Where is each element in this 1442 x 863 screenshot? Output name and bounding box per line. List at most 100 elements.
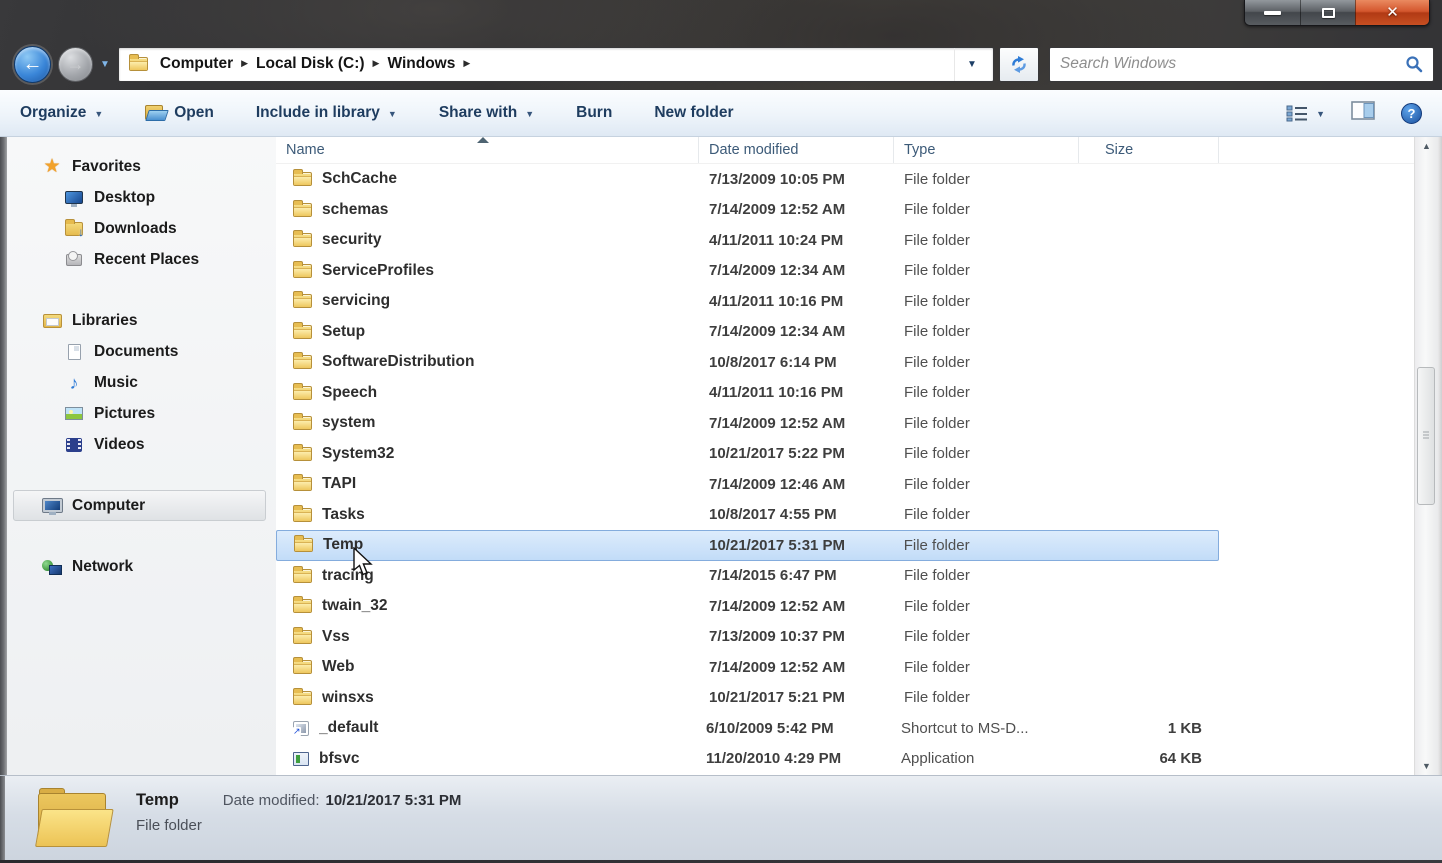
toolbar-button-new-folder[interactable]: New folder [654,104,733,122]
file-row-temp[interactable]: Temp 10/21/2017 5:31 PM File folder [276,530,1219,561]
file-date-modified: 10/21/2017 5:31 PM [709,536,846,554]
file-date-modified: 4/11/2011 10:16 PM [709,384,844,402]
sidebar-item-network[interactable]: Network [7,551,276,582]
file-row-twain-32[interactable]: twain_32 7/14/2009 12:52 AM File folder [276,591,1219,622]
column-header-size[interactable]: Size [1079,137,1219,163]
file-row-softwaredistribution[interactable]: SoftwareDistribution 10/8/2017 6:14 PM Fil… [276,347,1219,378]
titlebar[interactable]: ✕ [0,0,1442,38]
file-date-modified: 7/14/2015 6:47 PM [709,567,837,585]
file-row-default[interactable]: _default 6/10/2009 5:42 PM Shortcut to MS-… [276,713,1219,744]
search-input[interactable] [1059,55,1405,73]
file-row-speech[interactable]: Speech 4/11/2011 10:16 PM File folder [276,378,1219,409]
toolbar-button-organize[interactable]: Organize ▼ [20,104,103,122]
search-icon[interactable] [1405,55,1423,73]
history-dropdown[interactable]: ▼ [100,59,110,70]
command-bar: Organize ▼ Open Include in library ▼ Share wi… [0,90,1442,137]
file-row-vss[interactable]: Vss 7/13/2009 10:37 PM File folder [276,622,1219,653]
music-icon: ♪ [69,372,79,393]
file-name: bfsvc [319,749,360,767]
details-item-name: Temp [136,791,179,809]
help-button[interactable]: ? [1401,102,1422,124]
file-name: ServiceProfiles [322,261,435,279]
file-row-tracing[interactable]: tracing 7/14/2015 6:47 PM File folder [276,561,1219,592]
file-rows: SchCache 7/13/2009 10:05 PM File folder sch… [276,164,1414,774]
file-row-schemas[interactable]: schemas 7/14/2009 12:52 AM File folder [276,195,1219,226]
address-bar[interactable]: Computer ▶ Local Disk (C:) ▶ Windows ▶ ▼ [117,46,994,82]
sidebar-item-label: Pictures [94,404,156,422]
sidebar-item-libraries[interactable]: Libraries [7,305,276,336]
file-row-system[interactable]: system 7/14/2009 12:52 AM File folder [276,408,1219,439]
vertical-scrollbar[interactable]: ▲ ▼ [1414,137,1438,775]
column-header-type[interactable]: Type [894,137,1079,163]
column-header-date-modified[interactable]: Date modified [699,137,894,163]
file-row-bfsvc[interactable]: bfsvc 11/20/2010 4:29 PM Application 64 KB [276,744,1219,775]
file-type: File folder [904,445,970,463]
window-chrome: ✕ ← → ▼ Computer ▶ Local Disk (C:) ▶ Windows… [0,0,1442,90]
file-name: Temp [323,536,364,554]
forward-button[interactable]: → [58,46,93,82]
sidebar-item-desktop[interactable]: Desktop [7,182,276,213]
document-icon [63,343,85,360]
folder-icon [293,687,312,705]
folder-icon [293,596,312,614]
back-button[interactable]: ← [14,45,51,83]
file-row-winsxs[interactable]: winsxs 10/21/2017 5:21 PM File folder [276,683,1219,714]
file-type: File folder [904,506,970,524]
chevron-down-icon: ▼ [525,109,535,119]
file-row-serviceprofiles[interactable]: ServiceProfiles 7/14/2009 12:34 AM File fo… [276,256,1219,287]
help-icon: ? [1407,105,1416,121]
maximize-button[interactable] [1300,0,1355,25]
breadcrumb-separator-icon: ▶ [372,57,380,68]
file-name: schemas [322,200,389,218]
file-row-tapi[interactable]: TAPI 7/14/2009 12:46 AM File folder [276,469,1219,500]
views-dropdown-icon: ▼ [1316,109,1325,119]
file-type: File folder [904,353,970,371]
sidebar-item-favorites[interactable]: ★ Favorites [7,151,276,182]
change-view-button[interactable]: ▼ [1286,104,1325,122]
sidebar-item-pictures[interactable]: Pictures [7,398,276,429]
sidebar-item-label: Libraries [72,311,138,329]
file-type: Shortcut to MS-D... [901,719,1029,737]
refresh-button[interactable] [998,46,1039,82]
scrollbar-thumb[interactable] [1417,367,1435,505]
close-button[interactable]: ✕ [1355,0,1429,25]
folder-icon [293,199,312,217]
toolbar-button-share-with[interactable]: Share with ▼ [439,104,534,122]
file-name: twain_32 [322,597,388,615]
breadcrumb-segment-local-disk-c[interactable]: Local Disk (C:) [248,55,373,73]
preview-pane-button[interactable] [1351,101,1375,125]
file-row-tasks[interactable]: Tasks 10/8/2017 4:55 PM File folder [276,500,1219,531]
breadcrumb-segment-computer[interactable]: Computer [152,55,241,73]
sidebar-item-recent-places[interactable]: Recent Places [7,244,276,275]
toolbar-button-include-in-library[interactable]: Include in library ▼ [256,104,397,122]
breadcrumb-segment-windows[interactable]: Windows [379,55,463,73]
file-name: Setup [322,322,366,340]
back-icon: ← [22,52,43,75]
scroll-down-button[interactable]: ▼ [1415,757,1438,775]
navigation-bar: ← → ▼ Computer ▶ Local Disk (C:) ▶ Windows ▶ … [0,38,1442,90]
file-row-schcache[interactable]: SchCache 7/13/2009 10:05 PM File folder [276,164,1219,195]
sidebar-item-music[interactable]: ♪ Music [7,367,276,398]
file-name: System32 [322,444,395,462]
file-row-web[interactable]: Web 7/14/2009 12:52 AM File folder [276,652,1219,683]
sidebar-item-videos[interactable]: Videos [7,429,276,460]
sidebar-item-documents[interactable]: Documents [7,336,276,367]
toolbar-button-open[interactable]: Open [145,104,214,122]
sidebar-item-label: Computer [72,496,146,514]
chevron-down-icon: ▼ [387,109,397,119]
file-type: File folder [904,201,970,219]
folder-icon [293,565,312,583]
file-row-security[interactable]: security 4/11/2011 10:24 PM File folder [276,225,1219,256]
sidebar-item-computer[interactable]: Computer [7,490,276,521]
scroll-up-button[interactable]: ▲ [1415,137,1438,155]
address-dropdown-icon[interactable]: ▼ [954,47,989,81]
toolbar-button-burn[interactable]: Burn [576,104,612,122]
sidebar-item-label: Downloads [94,219,177,237]
file-row-servicing[interactable]: servicing 4/11/2011 10:16 PM File folder [276,286,1219,317]
sidebar-item-downloads[interactable]: Downloads [7,213,276,244]
details-item-type: File folder [136,817,202,834]
file-date-modified: 7/14/2009 12:52 AM [709,414,846,432]
minimize-button[interactable] [1245,0,1300,25]
file-row-setup[interactable]: Setup 7/14/2009 12:34 AM File folder [276,317,1219,348]
file-row-system32[interactable]: System32 10/21/2017 5:22 PM File folder [276,439,1219,470]
